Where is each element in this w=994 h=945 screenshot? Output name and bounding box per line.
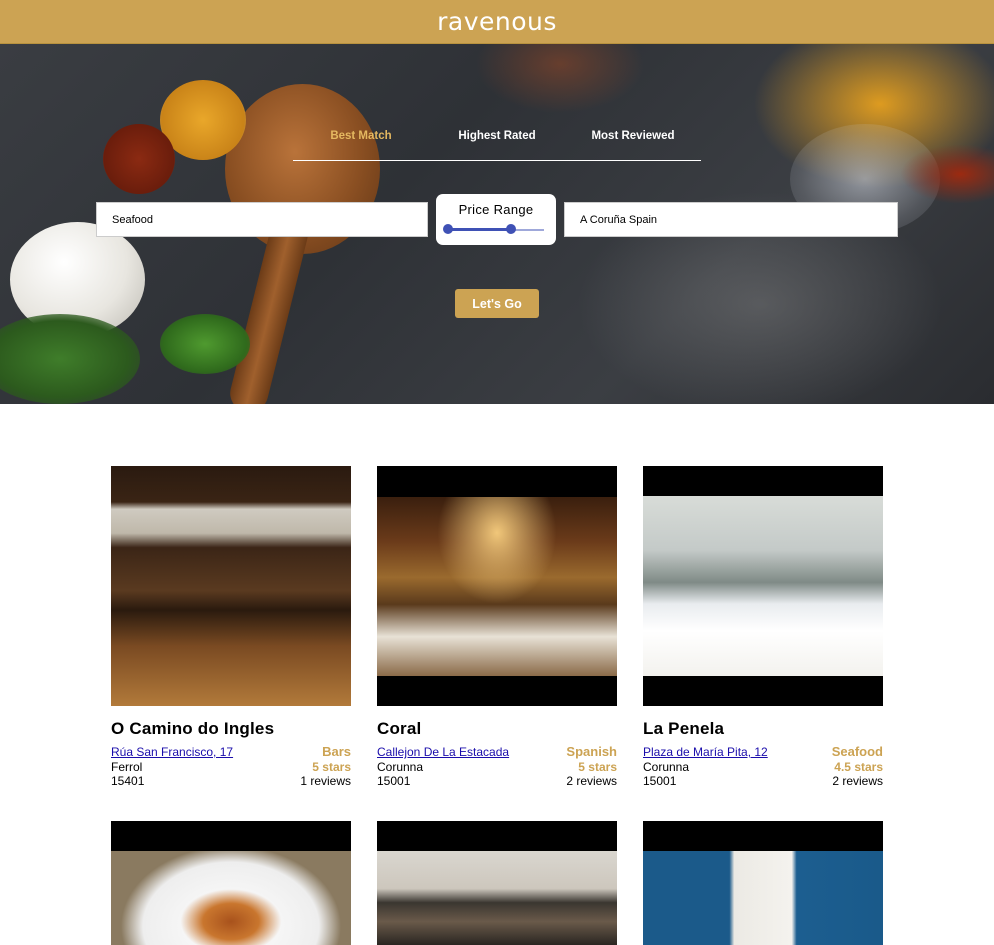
business-photo[interactable] <box>643 821 883 945</box>
price-range-filter: Price Range <box>436 194 556 245</box>
business-category: Spanish <box>566 744 617 759</box>
business-photo[interactable] <box>377 466 617 706</box>
lets-go-button[interactable]: Let's Go <box>455 289 539 318</box>
sort-highest-rated[interactable]: Highest Rated <box>429 130 565 160</box>
business-photo[interactable] <box>111 466 351 706</box>
business-zip: 15001 <box>643 774 677 788</box>
business-card[interactable] <box>111 821 351 945</box>
business-address-link[interactable]: Callejon De La Estacada <box>377 745 509 759</box>
business-review-count: 2 reviews <box>832 774 883 788</box>
search-term-value: Seafood <box>112 213 153 226</box>
paprika-decoration <box>103 124 175 194</box>
business-photo[interactable] <box>377 821 617 945</box>
business-city: Corunna <box>377 759 424 774</box>
business-rating: 5 stars <box>312 759 351 774</box>
business-card[interactable] <box>377 821 617 945</box>
price-slider-max-handle[interactable] <box>506 224 517 234</box>
business-name: Coral <box>377 719 422 738</box>
business-review-count: 1 reviews <box>300 774 351 788</box>
business-rating: 4.5 stars <box>834 759 883 774</box>
business-card[interactable]: La Penela Plaza de María Pita, 12 Corunn… <box>643 466 883 789</box>
business-info: Callejon De La Estacada Corunna 15001 Sp… <box>377 744 617 789</box>
business-address-link[interactable]: Plaza de María Pita, 12 <box>643 745 768 759</box>
business-category: Bars <box>322 744 351 759</box>
business-card[interactable]: O Camino do Ingles Rúa San Francisco, 17… <box>111 466 351 789</box>
business-name: La Penela <box>643 719 725 738</box>
business-photo[interactable] <box>643 466 883 706</box>
herb-decoration <box>0 314 140 404</box>
business-photo[interactable] <box>111 821 351 945</box>
business-city: Corunna <box>643 759 690 774</box>
dish-photo <box>111 851 351 945</box>
business-zip: 15401 <box>111 774 145 788</box>
business-info: Plaza de María Pita, 12 Corunna 15001 Se… <box>643 744 883 789</box>
sort-options: Best Match Highest Rated Most Reviewed <box>293 130 701 161</box>
brand-logo: ravenous <box>437 7 557 36</box>
business-review-count: 2 reviews <box>566 774 617 788</box>
restaurant-photo <box>643 496 883 676</box>
price-slider-fill <box>448 228 512 231</box>
location-input[interactable]: A Coruña Spain <box>564 202 898 237</box>
business-category: Seafood <box>831 744 883 759</box>
business-card[interactable]: Coral Callejon De La Estacada Corunna 15… <box>377 466 617 789</box>
business-rating: 5 stars <box>578 759 617 774</box>
navbar: ravenous <box>0 0 994 44</box>
restaurant-photo <box>111 466 351 706</box>
business-city: Ferrol <box>111 759 143 774</box>
business-card[interactable] <box>643 821 883 945</box>
search-hero: Best Match Highest Rated Most Reviewed S… <box>0 44 994 404</box>
price-slider-min-handle[interactable] <box>443 224 453 234</box>
business-name: O Camino do Ingles <box>111 719 275 738</box>
location-value: A Coruña Spain <box>580 213 658 226</box>
business-info: Rúa San Francisco, 17 Ferrol 15401 Bars … <box>111 744 351 789</box>
price-range-label: Price Range <box>458 202 534 217</box>
buffet-photo <box>377 851 617 945</box>
business-zip: 15001 <box>377 774 411 788</box>
search-term-input[interactable]: Seafood <box>96 202 428 237</box>
sort-best-match[interactable]: Best Match <box>293 130 429 160</box>
building-photo <box>643 851 883 945</box>
business-address-link[interactable]: Rúa San Francisco, 17 <box>111 745 233 759</box>
herb-leaf-decoration <box>160 314 250 374</box>
restaurant-photo <box>377 497 617 676</box>
sort-most-reviewed[interactable]: Most Reviewed <box>565 130 701 160</box>
spoon-handle-decoration <box>226 212 312 404</box>
